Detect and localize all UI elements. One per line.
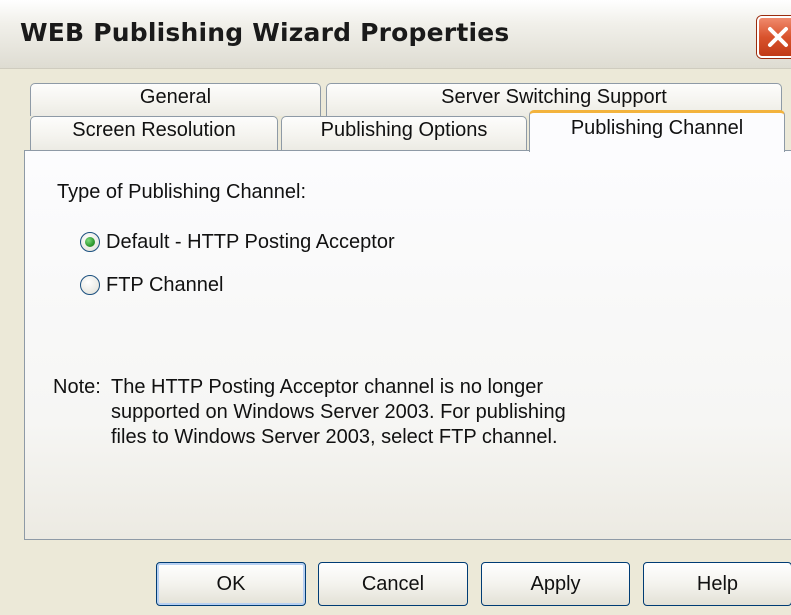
note-line: files to Windows Server 2003, select FTP… bbox=[111, 426, 558, 448]
note-line: supported on Windows Server 2003. For pu… bbox=[111, 401, 566, 423]
tab-publishing-options-label: Publishing Options bbox=[320, 119, 488, 141]
radio-button-selected[interactable] bbox=[80, 232, 100, 252]
radio-label-default-http: Default - HTTP Posting Acceptor bbox=[106, 230, 395, 253]
note-label: Note: bbox=[53, 376, 101, 398]
tab-general-label: General bbox=[139, 86, 212, 108]
apply-button[interactable]: Apply bbox=[481, 562, 630, 606]
tab-screen-resolution-label: Screen Resolution bbox=[72, 119, 236, 141]
tab-screen-resolution[interactable]: Screen Resolution bbox=[30, 116, 278, 150]
radio-label-ftp: FTP Channel bbox=[106, 273, 224, 296]
tab-publishing-options[interactable]: Publishing Options bbox=[281, 116, 527, 150]
channel-type-label: Type of Publishing Channel: bbox=[57, 181, 307, 203]
publishing-channel-panel: Type of Publishing Channel: Default - HT… bbox=[24, 150, 791, 540]
help-button[interactable]: Help bbox=[643, 562, 791, 606]
window-title: WEB Publishing Wizard Properties bbox=[20, 18, 510, 47]
tab-general[interactable]: General bbox=[30, 83, 321, 116]
properties-dialog: WEB Publishing Wizard Properties General… bbox=[0, 0, 791, 615]
radio-option-ftp[interactable]: FTP Channel bbox=[80, 272, 223, 298]
note-line: The HTTP Posting Acceptor channel is no … bbox=[111, 376, 544, 398]
note-text: The HTTP Posting Acceptor channel is no … bbox=[111, 375, 671, 450]
ok-button[interactable]: OK bbox=[156, 562, 306, 606]
close-icon bbox=[768, 27, 788, 47]
tab-publishing-channel-label: Publishing Channel bbox=[570, 117, 744, 139]
title-bar[interactable]: WEB Publishing Wizard Properties bbox=[0, 0, 791, 69]
radio-option-default-http[interactable]: Default - HTTP Posting Acceptor bbox=[80, 229, 395, 255]
tab-server-switching-support-label: Server Switching Support bbox=[441, 86, 667, 108]
close-button[interactable] bbox=[757, 16, 791, 58]
tab-publishing-channel[interactable]: Publishing Channel bbox=[529, 110, 785, 152]
radio-button-unselected[interactable] bbox=[80, 275, 100, 295]
cancel-button[interactable]: Cancel bbox=[318, 562, 468, 606]
